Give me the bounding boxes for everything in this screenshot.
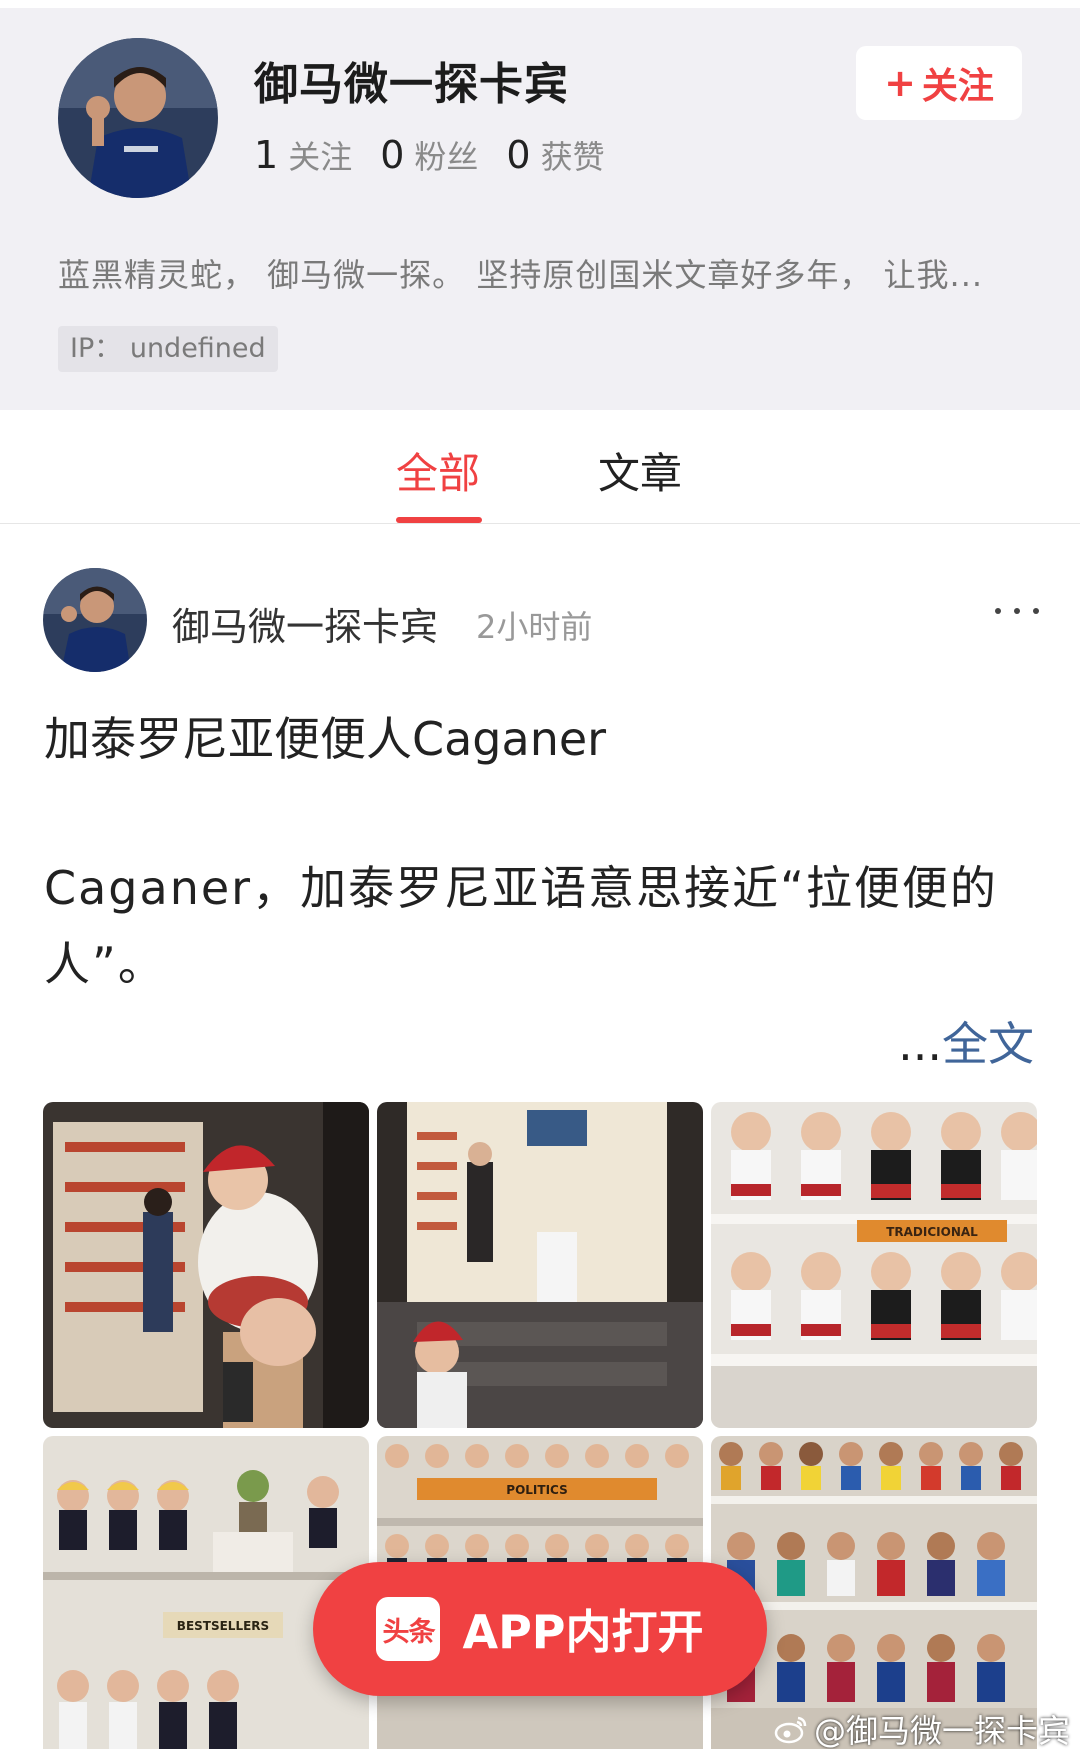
shelf-sign-politics: POLITICS xyxy=(506,1483,567,1497)
weibo-icon xyxy=(774,1716,807,1744)
post-author-avatar[interactable] xyxy=(43,568,147,672)
profile-header: 御马微一探卡宾 1 关注 0 粉丝 0 获赞 + 关注 蓝黑精灵蛇， 御马微一探… xyxy=(0,0,1080,410)
weibo-watermark: @御马微一探卡宾 xyxy=(774,1706,1070,1749)
active-tab-indicator xyxy=(396,517,482,523)
tab-articles[interactable]: 文章 xyxy=(598,440,682,501)
post-timestamp: 2小时前 xyxy=(476,608,593,646)
post-title[interactable]: 加泰罗尼亚便便人Caganer xyxy=(44,703,606,769)
profile-stats: 1 关注 0 粉丝 0 获赞 xyxy=(254,132,605,178)
open-in-app-label: APP内打开 xyxy=(462,1605,704,1659)
post-image-6[interactable] xyxy=(711,1436,1037,1749)
post-body[interactable]: Caganer，加泰罗尼亚语意思接近“拉便便的人”。 xyxy=(44,850,1042,1002)
follow-button-label: 关注 xyxy=(921,66,994,107)
photo-shop-entrance-icon xyxy=(377,1102,703,1428)
post-header: 御马微一探卡宾 2小时前 xyxy=(0,568,1080,672)
stat-following-label: 关注 xyxy=(288,138,353,176)
stat-likes-label: 获赞 xyxy=(540,138,605,176)
content-tabs: 全部 文章 xyxy=(0,410,1080,524)
stat-likes-count: 0 xyxy=(506,133,531,177)
profile-name: 御马微一探卡宾 xyxy=(254,59,569,110)
photo-shelf-tradicional-icon: TRADICIONAL xyxy=(711,1102,1037,1428)
stat-followers[interactable]: 0 粉丝 xyxy=(380,132,478,178)
post-image-2[interactable] xyxy=(377,1102,703,1428)
photo-shelf-bestsellers-icon: BESTSELLERS xyxy=(43,1436,369,1749)
avatar[interactable] xyxy=(58,38,218,198)
stat-followers-count: 0 xyxy=(380,133,405,177)
more-dot xyxy=(1033,608,1039,614)
shelf-sign-tradicional: TRADICIONAL xyxy=(886,1225,978,1239)
read-more-ellipsis: ... xyxy=(898,1017,942,1071)
plus-icon: + xyxy=(884,61,916,105)
follow-button[interactable]: + 关注 xyxy=(856,46,1022,120)
post-image-4[interactable]: BESTSELLERS xyxy=(43,1436,369,1749)
toutiao-logo-icon: 头条 xyxy=(376,1597,441,1661)
post-author-name[interactable]: 御马微一探卡宾 xyxy=(172,596,438,651)
post-image-1[interactable] xyxy=(43,1102,369,1428)
more-dot xyxy=(1014,608,1020,614)
stat-following[interactable]: 1 关注 xyxy=(254,132,352,178)
stat-followers-label: 粉丝 xyxy=(414,138,479,176)
read-more-link[interactable]: 全文 xyxy=(942,1017,1034,1071)
stat-likes: 0 获赞 xyxy=(506,132,604,178)
profile-bio[interactable]: 蓝黑精灵蛇， 御马微一探。 坚持原创国米文章好多年， 让我... xyxy=(58,250,1018,296)
tab-all[interactable]: 全部 xyxy=(396,440,480,501)
ip-location-tag: IP： undefined xyxy=(58,326,278,372)
open-in-app-button[interactable]: 头条 APP内打开 xyxy=(313,1562,767,1696)
photo-shop-doorway-icon xyxy=(43,1102,369,1428)
watermark-text: @御马微一探卡宾 xyxy=(813,1712,1070,1749)
read-more[interactable]: ...全文 xyxy=(898,1008,1034,1074)
photo-shelf-football-icon xyxy=(711,1436,1037,1749)
stat-following-count: 1 xyxy=(254,133,279,177)
more-dot xyxy=(995,608,1001,614)
post-image-3[interactable]: TRADICIONAL xyxy=(711,1102,1037,1428)
shelf-sign-bestsellers: BESTSELLERS xyxy=(177,1619,269,1633)
more-options-icon[interactable] xyxy=(995,608,1039,620)
